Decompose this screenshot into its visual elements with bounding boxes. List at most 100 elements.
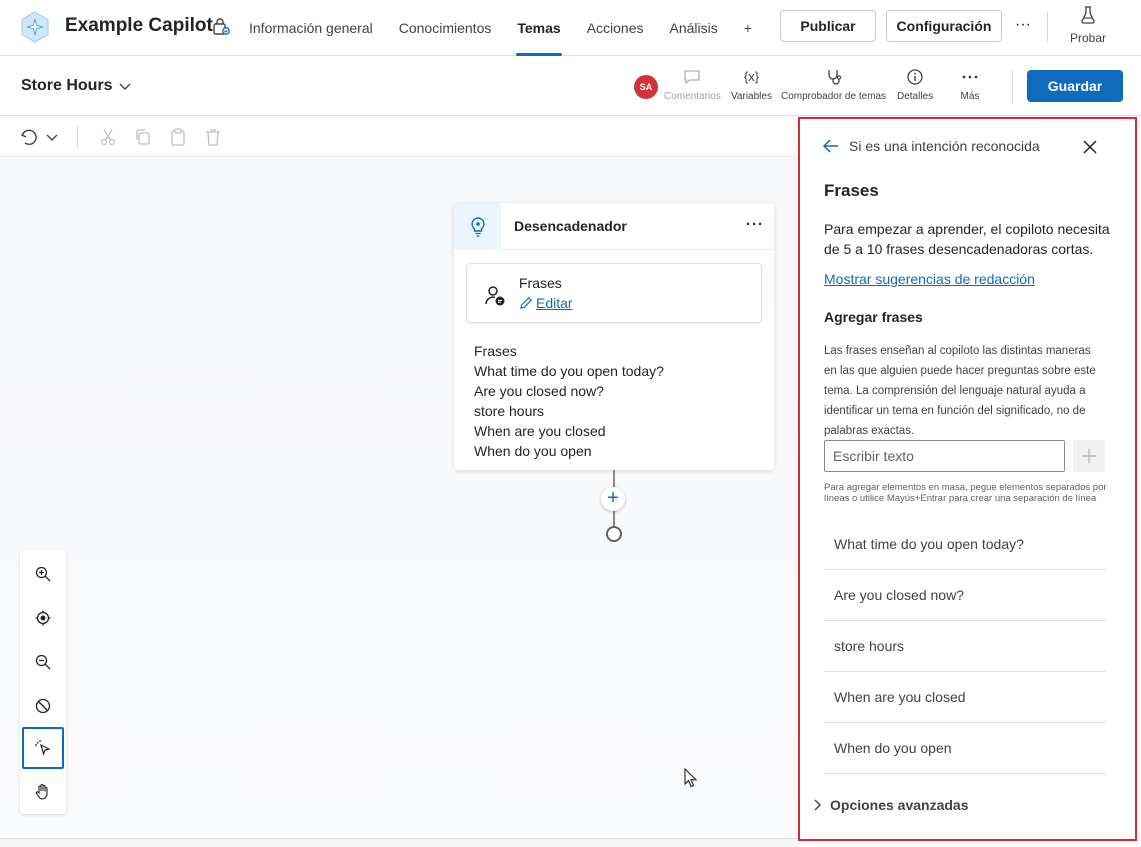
phrase-item[interactable]: When do you open xyxy=(824,723,1106,774)
edit-link[interactable]: Editar xyxy=(519,295,573,311)
comment-icon xyxy=(684,70,700,85)
pan-mode-button[interactable] xyxy=(22,771,64,813)
advanced-options-toggle[interactable]: Opciones avanzadas xyxy=(812,797,969,813)
panel-description: Para empezar a aprender, el copiloto nec… xyxy=(824,221,1110,257)
add-phrases-heading: Agregar frases xyxy=(824,309,923,325)
phrase-item[interactable]: What time do you open today? xyxy=(824,519,1106,570)
lightbulb-icon xyxy=(471,217,485,237)
minimap-toggle-button[interactable] xyxy=(22,685,64,727)
undo-icon[interactable] xyxy=(19,127,39,147)
trigger-icon-box xyxy=(454,203,501,250)
phrase-list: What time do you open today? Are you clo… xyxy=(824,519,1106,774)
flask-icon xyxy=(1081,6,1095,24)
hand-icon xyxy=(35,783,48,800)
trigger-phrase: What time do you open today? xyxy=(474,363,664,379)
pencil-icon xyxy=(520,296,533,309)
select-mode-button[interactable] xyxy=(22,727,64,769)
add-phrase-button[interactable] xyxy=(1073,440,1105,472)
prohibited-icon xyxy=(35,698,51,714)
more-icon xyxy=(962,75,978,79)
trigger-header: Desencadenador ··· xyxy=(454,203,774,250)
trigger-node[interactable]: Desencadenador ··· Frases Editar Frases … xyxy=(454,203,774,470)
divider xyxy=(77,126,78,148)
trigger-phrases-title: Frases xyxy=(474,343,517,359)
recenter-button[interactable] xyxy=(22,597,64,639)
bulk-add-hint: Para agregar elementos en masa, pegue el… xyxy=(824,482,1107,504)
add-tab-button[interactable]: + xyxy=(731,0,765,56)
save-button[interactable]: Guardar xyxy=(1027,70,1123,102)
zoom-out-icon xyxy=(35,654,51,670)
paste-icon xyxy=(171,128,185,146)
more-button[interactable]: Más xyxy=(960,69,980,102)
tab-temas[interactable]: Temas xyxy=(504,0,573,56)
end-node xyxy=(606,526,622,542)
panel-title: Frases xyxy=(824,181,879,200)
info-icon xyxy=(907,69,923,85)
zoom-out-button[interactable] xyxy=(22,641,64,683)
tab-analisis[interactable]: Análisis xyxy=(657,0,731,56)
canvas-toolbar xyxy=(0,117,798,157)
mouse-cursor-icon xyxy=(684,768,698,788)
phrase-input[interactable] xyxy=(824,440,1065,472)
panel-breadcrumb[interactable]: Si es una intención reconocida xyxy=(849,138,1040,154)
plus-icon xyxy=(1082,449,1096,463)
avatar[interactable]: SA xyxy=(634,75,658,99)
trigger-phrase: store hours xyxy=(474,403,545,419)
app-title: Example Capilot xyxy=(65,15,213,36)
main-nav: Información general Conocimientos Temas … xyxy=(236,0,765,56)
copy-icon xyxy=(136,129,150,145)
zoom-controls xyxy=(20,550,66,814)
topic-checker-label: Comprobador de temas xyxy=(781,91,887,102)
phrase-item[interactable]: store hours xyxy=(824,621,1106,672)
variables-icon: {x} xyxy=(743,69,760,84)
topic-name[interactable]: Store Hours xyxy=(21,77,113,95)
trigger-phrase: When do you open xyxy=(474,443,592,459)
more-label: Más xyxy=(960,91,980,102)
divider xyxy=(1012,70,1013,104)
phrase-item[interactable]: Are you closed now? xyxy=(824,570,1106,621)
chevron-down-icon[interactable] xyxy=(42,127,62,147)
stethoscope-icon xyxy=(827,70,841,85)
configuration-button[interactable]: Configuración xyxy=(886,10,1002,42)
phrases-card-title: Frases xyxy=(519,275,562,291)
show-suggestions-link[interactable]: Mostrar sugerencias de redacción xyxy=(824,271,1035,287)
topic-checker-button[interactable]: Comprobador de temas xyxy=(781,69,886,102)
chevron-down-icon[interactable] xyxy=(117,78,133,94)
phrases-card[interactable]: Frases Editar xyxy=(466,263,762,323)
divider xyxy=(1047,12,1048,42)
publish-button[interactable]: Publicar xyxy=(780,10,876,42)
add-phrases-info: Las frases enseñan al copiloto las disti… xyxy=(824,345,1096,437)
more-icon[interactable]: ··· xyxy=(746,216,764,233)
zoom-in-button[interactable] xyxy=(22,553,64,595)
add-node-button[interactable]: + xyxy=(601,487,625,511)
test-button[interactable]: Probar xyxy=(1062,6,1114,45)
delete-icon xyxy=(206,129,220,146)
zoom-in-icon xyxy=(35,566,51,582)
top-bar: Example Capilot Información general Cono… xyxy=(0,0,1141,56)
variables-button[interactable]: {x} Variables xyxy=(731,69,772,102)
topic-bar: Store Hours SA Comentarios {x} Variables… xyxy=(0,57,1141,116)
cursor-select-icon xyxy=(35,740,51,756)
tab-conocimientos[interactable]: Conocimientos xyxy=(386,0,505,56)
tab-informacion-general[interactable]: Información general xyxy=(236,0,386,56)
arrow-left-icon[interactable] xyxy=(822,137,840,155)
trigger-phrase: When are you closed xyxy=(474,423,606,439)
close-icon[interactable] xyxy=(1082,139,1098,155)
canvas-bottom-edge xyxy=(0,838,798,847)
trigger-phrase: Are you closed now? xyxy=(474,383,604,399)
tab-acciones[interactable]: Acciones xyxy=(574,0,657,56)
phrases-panel: Si es una intención reconocida Frases Pa… xyxy=(798,117,1137,841)
trigger-phrases: Frases What time do you open today? Are … xyxy=(474,341,664,461)
trigger-title: Desencadenador xyxy=(514,218,627,234)
phrase-item[interactable]: When are you closed xyxy=(824,672,1106,723)
user-chat-icon xyxy=(485,286,505,306)
comments-button: Comentarios xyxy=(664,69,721,102)
comments-label: Comentarios xyxy=(664,91,721,102)
details-label: Detalles xyxy=(897,91,934,102)
cut-icon xyxy=(100,129,116,146)
more-options-icon[interactable]: ··· xyxy=(1011,14,1035,38)
test-label: Probar xyxy=(1069,31,1107,45)
publish-status-icon[interactable] xyxy=(211,17,231,37)
details-button[interactable]: Detalles xyxy=(897,69,933,102)
advanced-options-label: Opciones avanzadas xyxy=(830,797,969,813)
